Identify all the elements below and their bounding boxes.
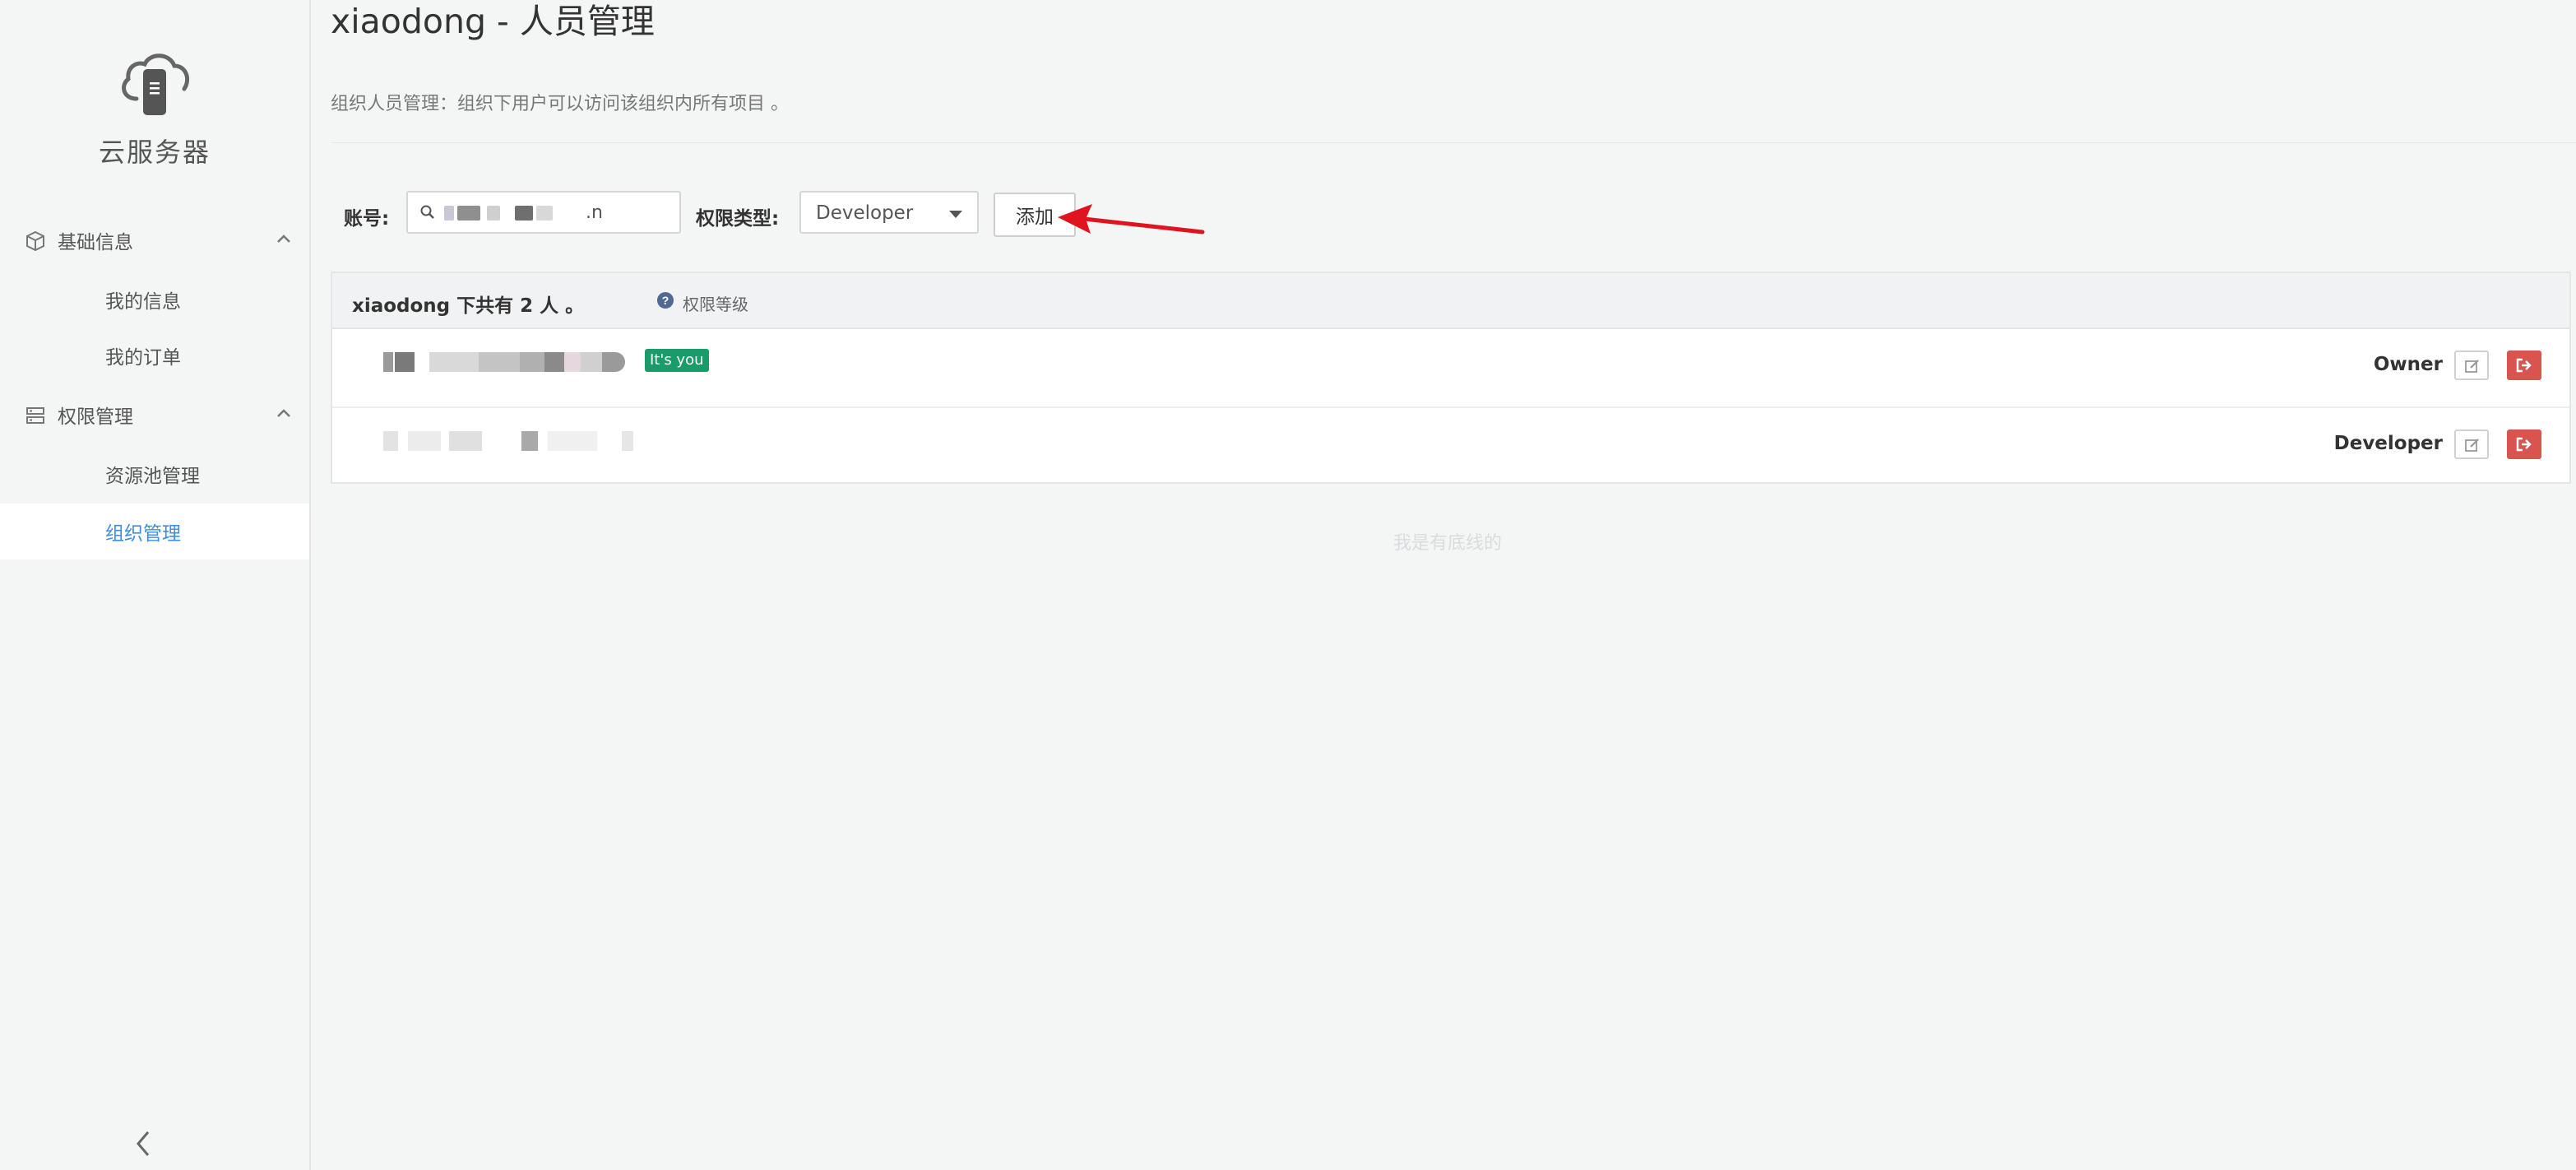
masked-text [515, 206, 533, 221]
question-circle-icon[interactable]: ? [656, 291, 674, 309]
end-of-list-note: 我是有底线的 [1393, 533, 1503, 554]
cloud-server-icon [115, 41, 194, 120]
edit-role-button[interactable] [2454, 351, 2489, 380]
permission-select-value: Developer [816, 202, 914, 224]
sidebar-item-label: 我的订单 [105, 347, 181, 369]
sidebar-item-label: 组织管理 [105, 523, 181, 545]
nav-group-basic-info[interactable]: 基础信息 [0, 212, 309, 268]
edit-icon [2465, 360, 2479, 373]
edit-role-button[interactable] [2454, 429, 2489, 459]
server-icon [25, 405, 46, 426]
sidebar-item-resource-pool[interactable]: 资源池管理 [0, 446, 309, 502]
collapse-sidebar-icon[interactable] [132, 1127, 155, 1160]
sidebar: 云服务器 基础信息 我的信息 我的订单 权限管理 资源池管理 组织管理 [0, 0, 311, 1170]
caret-down-icon [949, 211, 962, 218]
permission-select[interactable]: Developer [799, 191, 979, 234]
member-role: Owner [2373, 354, 2443, 375]
member-count: xiaodong 下共有 2 人 。 [352, 295, 585, 317]
divider [331, 142, 2576, 143]
masked-text [444, 206, 454, 221]
page-description: 组织人员管理：组织下用户可以访问该组织内所有项目 。 [331, 94, 789, 114]
sidebar-item-org-management[interactable]: 组织管理 [0, 504, 309, 559]
table-row: It's you Owner [332, 329, 2569, 408]
logo-text: 云服务器 [98, 137, 211, 168]
cube-icon [25, 230, 46, 252]
sign-out-icon [2516, 437, 2532, 452]
nav-group-permissions[interactable]: 权限管理 [0, 387, 309, 443]
chevron-up-icon[interactable] [273, 403, 294, 425]
masked-text [487, 206, 500, 221]
permission-levels-link[interactable]: 权限等级 [683, 291, 748, 315]
edit-icon [2465, 439, 2479, 452]
sidebar-item-my-orders[interactable]: 我的订单 [0, 327, 309, 383]
sidebar-item-label: 资源池管理 [105, 466, 200, 487]
chevron-up-icon[interactable] [273, 229, 294, 250]
table-row: Developer [332, 408, 2569, 485]
account-search-input[interactable]: .n [406, 191, 681, 234]
members-panel: xiaodong 下共有 2 人 。 ? 权限等级 It's you Owner [331, 272, 2571, 484]
red-arrow-annotation [1058, 204, 1205, 234]
search-icon [419, 204, 436, 221]
main-content: xiaodong - 人员管理 组织人员管理：组织下用户可以访问该组织内所有项目… [311, 0, 2576, 1170]
sidebar-item-my-info[interactable]: 我的信息 [0, 272, 309, 327]
members-panel-header: xiaodong 下共有 2 人 。 ? 权限等级 [332, 273, 2569, 329]
svg-text:?: ? [662, 294, 669, 307]
permission-label: 权限类型: [696, 208, 780, 230]
sidebar-item-label: 我的信息 [105, 291, 181, 313]
sign-out-icon [2516, 358, 2532, 373]
masked-text [457, 206, 480, 221]
logo: 云服务器 [0, 41, 309, 169]
member-role: Developer [2333, 433, 2443, 454]
nav-group-label: 权限管理 [58, 406, 133, 428]
remove-member-button[interactable] [2507, 429, 2541, 459]
page-title: xiaodong - 人员管理 [331, 2, 655, 41]
masked-text [536, 206, 553, 221]
remove-member-button[interactable] [2507, 351, 2541, 380]
self-badge: It's you [645, 349, 709, 372]
account-label: 账号: [344, 208, 390, 230]
nav-group-label: 基础信息 [58, 232, 133, 253]
account-value-suffix: .n [586, 202, 603, 223]
